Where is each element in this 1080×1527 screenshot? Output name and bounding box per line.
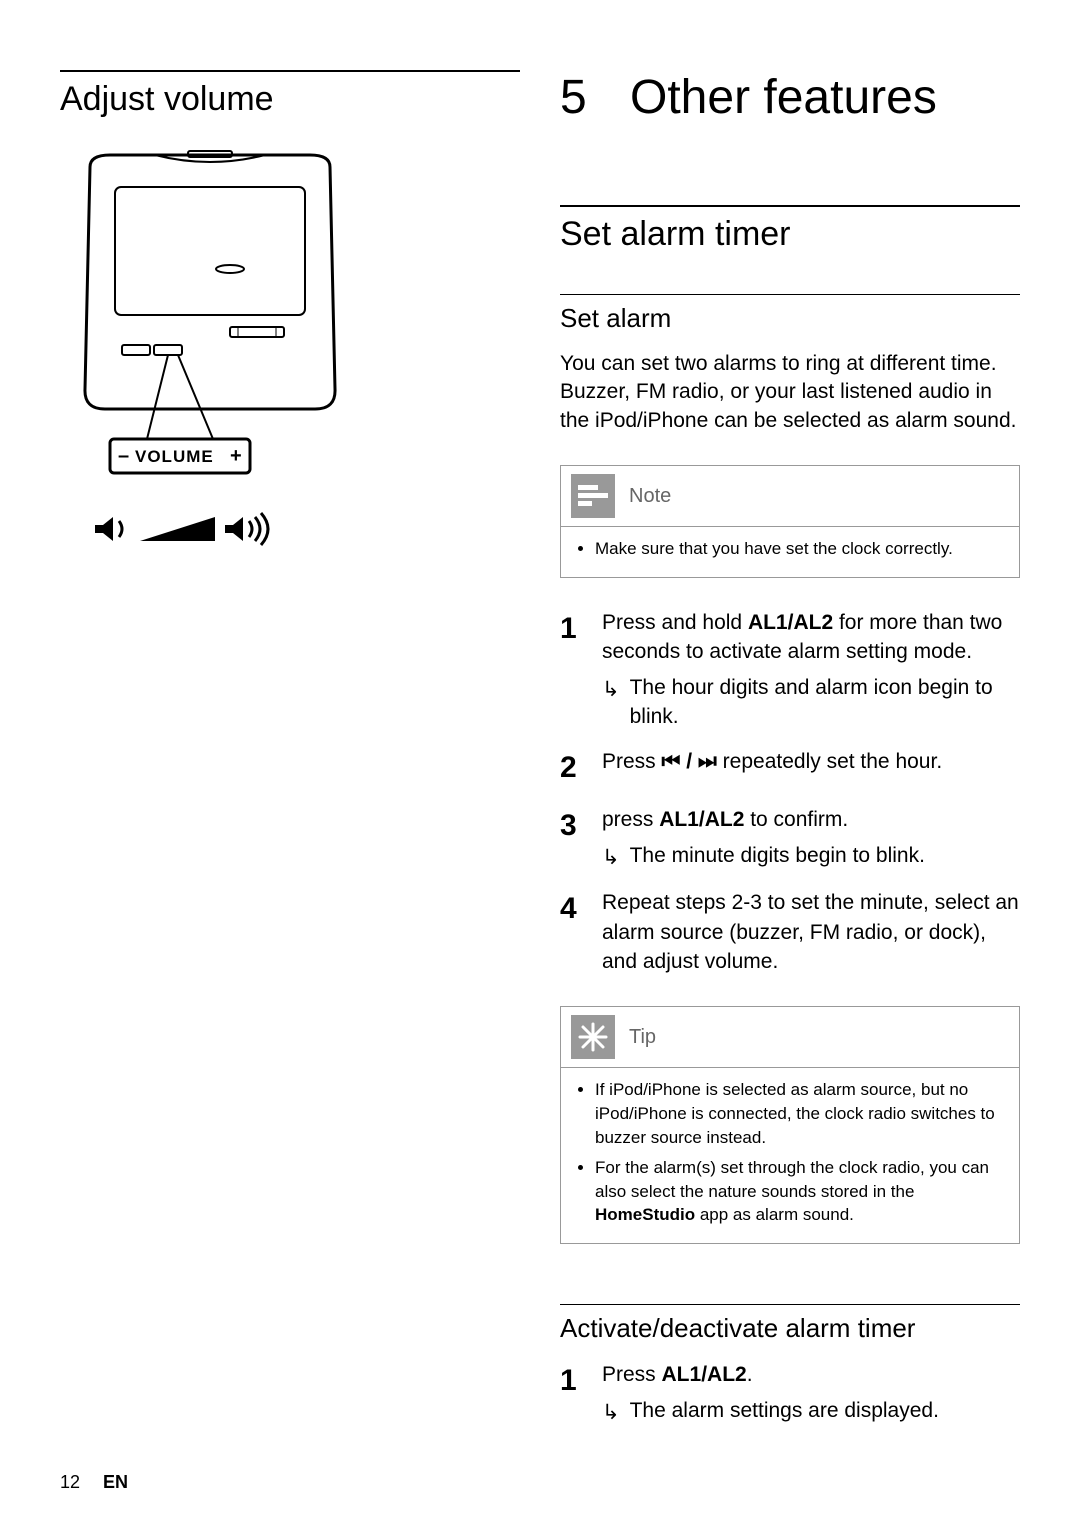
step-4: 4 Repeat steps 2-3 to set the minute, se…	[560, 888, 1020, 976]
note-label: Note	[629, 485, 671, 508]
set-alarm-timer-heading: Set alarm timer	[560, 215, 1020, 254]
device-volume-illustration: – VOLUME +	[60, 149, 520, 569]
set-alarm-steps: 1 Press and hold AL1/AL2 for more than t…	[560, 608, 1020, 977]
chapter-title: 5Other features	[560, 70, 1020, 125]
tip-icon	[571, 1015, 615, 1059]
page-language: EN	[103, 1472, 128, 1492]
step-result: The minute digits begin to blink.	[630, 841, 925, 872]
tip-item: If iPod/iPhone is selected as alarm sour…	[595, 1078, 1003, 1149]
activate-heading: Activate/deactivate alarm timer	[560, 1313, 1020, 1344]
prev-next-icon: ⏮ / ⏭	[662, 750, 717, 773]
tip-callout: Tip If iPod/iPhone is selected as alarm …	[560, 1006, 1020, 1244]
svg-text:+: +	[230, 445, 242, 467]
set-alarm-intro: You can set two alarms to ring at differ…	[560, 350, 1020, 435]
section-rule	[560, 1304, 1020, 1305]
adjust-volume-heading: Adjust volume	[60, 80, 520, 119]
section-rule	[60, 70, 520, 72]
chapter-title-text: Other features	[630, 71, 937, 124]
step-result: The alarm settings are displayed.	[630, 1396, 939, 1427]
section-rule	[560, 294, 1020, 295]
svg-text:–: –	[118, 445, 129, 467]
result-arrow-icon: ↳	[602, 675, 620, 732]
page-footer: 12 EN	[60, 1472, 128, 1493]
tip-item: For the alarm(s) set through the clock r…	[595, 1156, 1003, 1227]
note-icon	[571, 474, 615, 518]
chapter-number: 5	[560, 70, 630, 125]
note-callout: Note Make sure that you have set the clo…	[560, 465, 1020, 578]
step-2: 2 Press ⏮ / ⏭ repeatedly set the hour.	[560, 747, 1020, 789]
tip-label: Tip	[629, 1026, 656, 1049]
set-alarm-heading: Set alarm	[560, 303, 1020, 334]
step-1: 1 Press and hold AL1/AL2 for more than t…	[560, 608, 1020, 732]
result-arrow-icon: ↳	[602, 1398, 620, 1427]
step-3: 3 press AL1/AL2 to confirm. ↳ The minute…	[560, 805, 1020, 872]
section-rule	[560, 205, 1020, 207]
note-item: Make sure that you have set the clock co…	[595, 537, 1003, 561]
page-number: 12	[60, 1472, 80, 1492]
step-1: 1 Press AL1/AL2. ↳ The alarm settings ar…	[560, 1360, 1020, 1427]
result-arrow-icon: ↳	[602, 843, 620, 872]
volume-button-text: VOLUME	[135, 447, 214, 466]
step-result: The hour digits and alarm icon begin to …	[630, 673, 1020, 732]
activate-steps: 1 Press AL1/AL2. ↳ The alarm settings ar…	[560, 1360, 1020, 1427]
